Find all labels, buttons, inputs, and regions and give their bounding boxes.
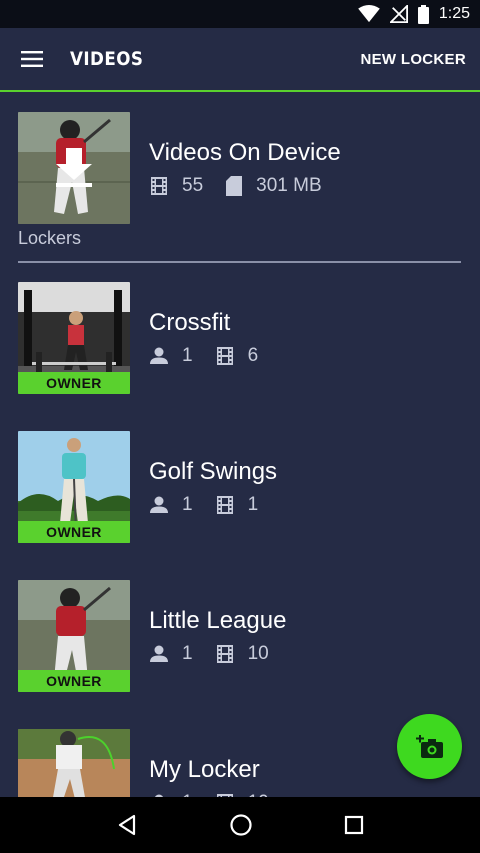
- hamburger-menu-icon: [21, 51, 43, 67]
- locker-item-crossfit[interactable]: OWNER Crossfit 1 6: [18, 282, 280, 394]
- no-signal-icon: [389, 5, 408, 23]
- add-camera-icon: [415, 734, 443, 758]
- locker-video-count: 10: [247, 643, 269, 664]
- owner-badge: OWNER: [18, 372, 130, 394]
- system-nav-bar: [0, 797, 480, 853]
- film-icon: [216, 645, 233, 663]
- recents-icon[interactable]: [344, 815, 364, 835]
- owner-badge: OWNER: [18, 521, 130, 543]
- menu-button[interactable]: [0, 27, 64, 91]
- device-videos-title: Videos On Device: [149, 139, 341, 166]
- locker-item-golf-swings[interactable]: OWNER Golf Swings 1 1: [18, 431, 280, 543]
- locker-item-my-locker[interactable]: My Locker 1 10: [18, 729, 291, 797]
- status-time: 1:25: [438, 5, 470, 22]
- film-icon: [151, 177, 167, 195]
- status-bar: 1:25: [0, 0, 480, 28]
- locker-member-count: 1: [182, 494, 193, 515]
- person-icon: [150, 496, 168, 513]
- locker-thumbnail: [18, 729, 130, 797]
- new-locker-button[interactable]: NEW LOCKER: [361, 51, 480, 68]
- locker-name: Little League: [149, 607, 287, 634]
- person-icon: [150, 347, 168, 364]
- locker-item-little-league[interactable]: OWNER Little League 1 10: [18, 580, 291, 692]
- locker-member-count: 1: [182, 643, 193, 664]
- device-videos-thumbnail: [18, 112, 130, 224]
- add-video-button[interactable]: [397, 714, 462, 779]
- film-icon: [216, 496, 233, 514]
- owner-badge: OWNER: [18, 670, 130, 692]
- locker-name: Crossfit: [149, 309, 231, 336]
- locker-thumbnail: OWNER: [18, 580, 130, 692]
- film-icon: [216, 347, 233, 365]
- section-divider: [18, 261, 461, 263]
- sd-card-icon: [226, 176, 243, 196]
- locker-name: Golf Swings: [149, 458, 278, 485]
- app-bar: VIDEOS NEW LOCKER: [0, 28, 480, 92]
- page-title: VIDEOS: [70, 48, 144, 70]
- section-label-lockers: Lockers: [18, 228, 82, 248]
- locker-video-count: 6: [247, 345, 259, 366]
- home-icon[interactable]: [229, 813, 253, 837]
- device-storage-size: 301 MB: [256, 175, 322, 196]
- wifi-icon: [358, 5, 380, 23]
- download-icon: [56, 148, 92, 187]
- locker-member-count: 1: [182, 345, 193, 366]
- device-video-count: 55: [182, 175, 204, 196]
- battery-icon: [417, 4, 429, 24]
- locker-thumbnail: OWNER: [18, 282, 130, 394]
- device-videos-item[interactable]: Videos On Device 55 301 MB: [18, 112, 344, 224]
- locker-thumbnail: OWNER: [18, 431, 130, 543]
- person-icon: [150, 645, 168, 662]
- locker-name: My Locker: [149, 756, 260, 783]
- locker-video-count: 1: [247, 494, 259, 515]
- back-icon[interactable]: [116, 814, 138, 836]
- locker-list: Videos On Device 55 301 MB Lockers OWNER…: [0, 94, 480, 797]
